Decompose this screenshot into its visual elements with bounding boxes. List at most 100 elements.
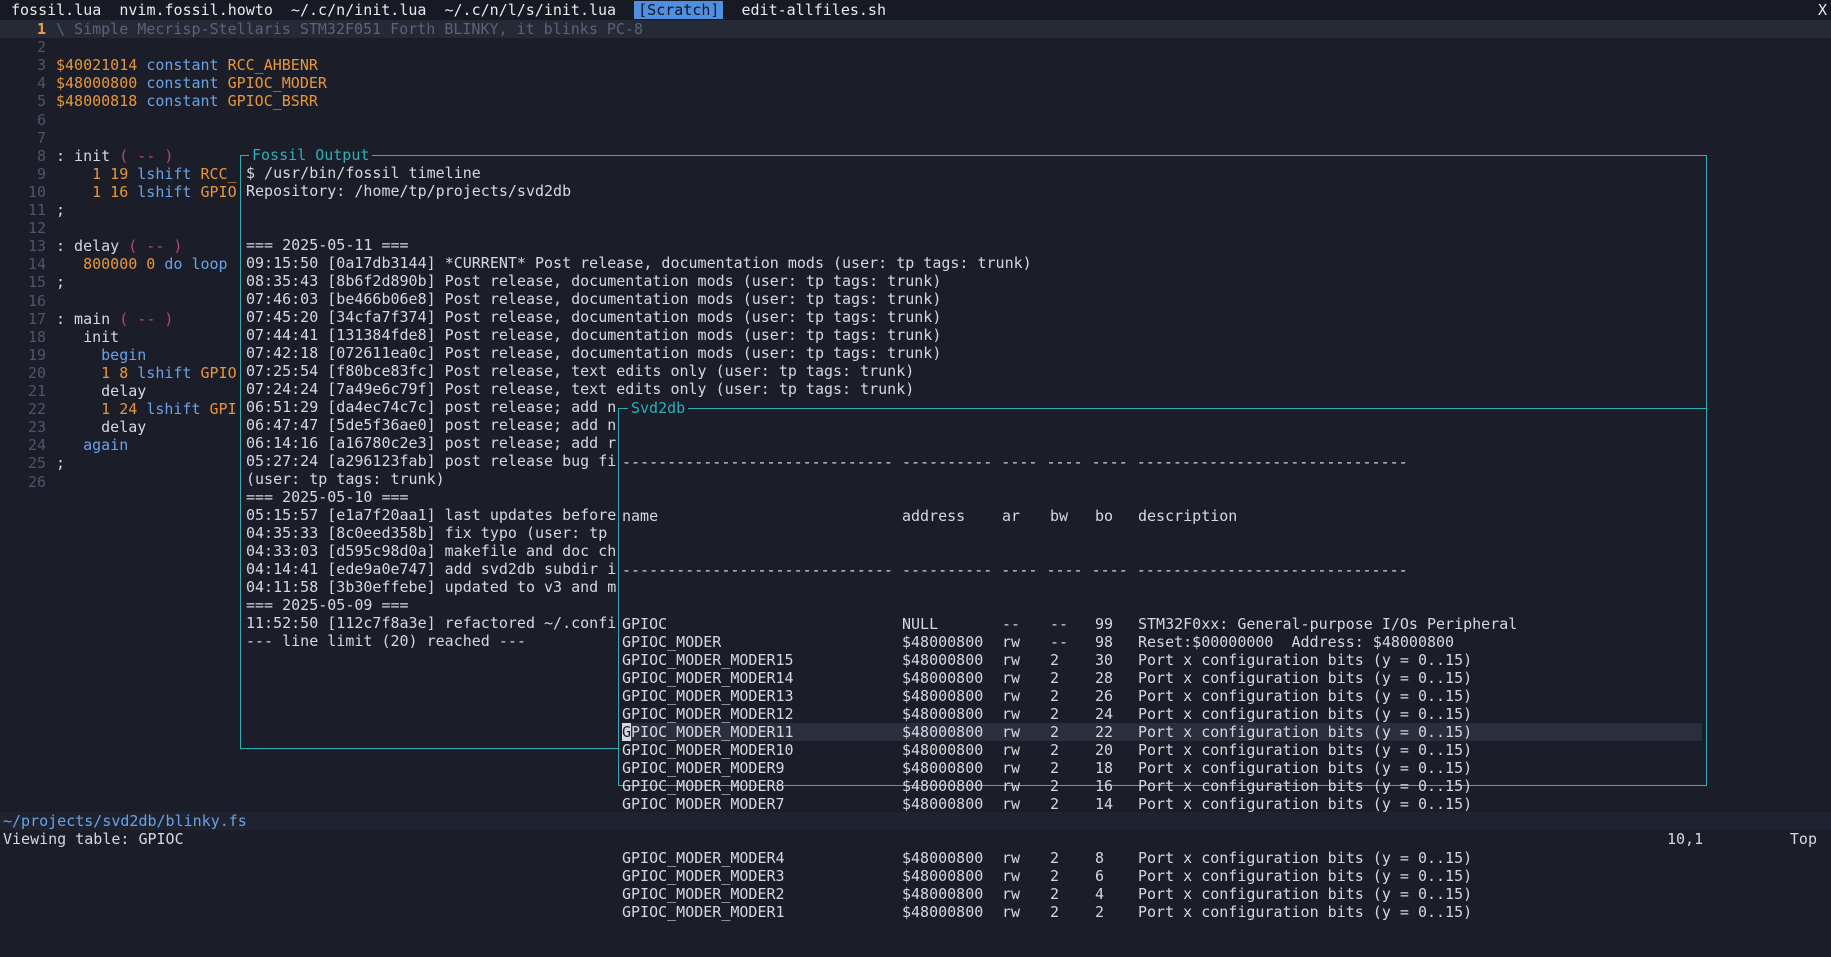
output-line: 07:45:20 [34cfa7f374] Post release, docu… — [246, 308, 942, 326]
table-cell: GPIOC_MODER_MODER1 — [622, 903, 785, 921]
line-number: 13 — [27, 237, 46, 256]
table-cell: rw — [1002, 687, 1021, 705]
line-code: delay — [56, 382, 146, 400]
tab-1[interactable]: nvim.fossil.howto — [119, 1, 273, 19]
line-number: 25 — [27, 454, 46, 473]
table-cell: Port x configuration bits (y = 0..15) — [1138, 867, 1473, 885]
tab-separator — [101, 1, 119, 19]
table-cell: rw — [1002, 849, 1021, 867]
table-cell: Port x configuration bits (y = 0..15) — [1138, 759, 1473, 777]
editor-line[interactable]: 3 $40021014 constant RCC_AHBENR — [0, 56, 1831, 74]
table-row[interactable]: GPIOC_MODER_MODER15 $48000800 rw 2 30 Port x … — [622, 651, 1702, 669]
table-cell: rw — [1002, 723, 1021, 741]
svd2db-window[interactable]: Svd2db ------------------------------ --… — [618, 399, 1707, 921]
table-cell: $48000800 — [902, 687, 984, 705]
line-code: 1 19 lshift RCC_ — [56, 165, 237, 183]
column-header-bo: bo — [1095, 507, 1114, 525]
table-row[interactable]: GPIOC_MODER_MODER12 $48000800 rw 2 24 Port x … — [622, 705, 1702, 723]
tab-separator — [723, 1, 741, 19]
table-rows: GPIOC NULL -- -- 99 STM32F0xx: General-purpos… — [622, 615, 1702, 921]
code-token: RCC_AHBENR — [227, 56, 318, 75]
tab-2[interactable]: ~/.c/n/init.lua — [291, 1, 426, 19]
code-token: GPIOC_MODER — [227, 74, 327, 93]
line-number: 24 — [27, 436, 46, 455]
output-line: 07:25:54 [f80bce83fc] Post release, text… — [246, 362, 915, 380]
code-token: init — [56, 327, 120, 346]
table-cell: rw — [1002, 651, 1021, 669]
tab-3[interactable]: ~/.c/n/l/s/init.lua — [445, 1, 617, 19]
editor-line[interactable]: 6 — [0, 111, 1831, 129]
line-number: 14 — [27, 255, 46, 274]
table-row[interactable]: GPIOC_MODER_MODER2 $48000800 rw 2 4 Port x co… — [622, 885, 1702, 903]
table-cell: rw — [1002, 669, 1021, 687]
table-cell: 2 — [1050, 741, 1060, 759]
tab-5[interactable]: edit-allfiles.sh — [742, 1, 887, 19]
table-cell: 2 — [1050, 669, 1060, 687]
line-number: 11 — [27, 201, 46, 219]
table-cell: $48000800 — [902, 723, 984, 741]
table-cell: 2 — [1050, 885, 1060, 903]
table-cell: STM32F0xx: General-purpose I/Os Peripher… — [1138, 615, 1518, 633]
tab-0[interactable]: fossil.lua — [11, 1, 101, 19]
cell-text: PIOC_MODER_MODER11 — [631, 723, 794, 741]
code-token: ; — [56, 273, 66, 292]
table-cell: GPIOC_MODER_MODER4 — [622, 849, 785, 867]
code-token: lshift — [146, 400, 201, 419]
code-token: lshift — [137, 182, 192, 201]
line-code: begin — [56, 346, 146, 364]
table-row[interactable]: GPIOC_MODER_MODER10 $48000800 rw 2 20 Port x … — [622, 741, 1702, 759]
tab-4[interactable]: [Scratch] — [634, 1, 724, 19]
editor-line[interactable]: 4 $48000800 constant GPIOC_MODER — [0, 74, 1831, 92]
table-cell: GPIOC_MODER_MODER2 — [622, 885, 785, 903]
table-cell: 98 — [1095, 633, 1114, 651]
table-cell: GPIOC_MODER_MODER15 — [622, 651, 794, 669]
table-cell: 2 — [1050, 795, 1060, 813]
line-number: 1 — [36, 20, 46, 38]
table-row[interactable]: GPIOC_MODER_MODER11 $48000800 rw 2 22 Port x … — [622, 723, 1702, 741]
table-row[interactable]: GPIOC NULL -- -- 99 STM32F0xx: General-purpos… — [622, 615, 1702, 633]
code-token: constant — [146, 74, 219, 93]
table-row[interactable]: GPIOC_MODER_MODER1 $48000800 rw 2 2 Port x co… — [622, 903, 1702, 921]
table-row[interactable]: GPIOC_MODER_MODER8 $48000800 rw 2 16 Port x c… — [622, 777, 1702, 795]
table-cell: $48000800 — [902, 633, 984, 651]
line-code: : main ( -- ) — [56, 310, 173, 328]
table-cell: 2 — [1095, 903, 1105, 921]
editor-line[interactable]: 1 \ Simple Mecrisp-Stellaris STM32F051 Fo… — [0, 20, 1831, 38]
table-row[interactable]: GPIOC_MODER_MODER9 $48000800 rw 2 18 Port x c… — [622, 759, 1702, 777]
table-row[interactable]: GPIOC_MODER_MODER3 $48000800 rw 2 6 Port x co… — [622, 867, 1702, 885]
code-token: constant — [146, 56, 219, 75]
table-cell: Port x configuration bits (y = 0..15) — [1138, 849, 1473, 867]
code-token: constant — [146, 92, 219, 111]
tab-separator — [426, 1, 444, 19]
output-line: $ /usr/bin/fossil timeline — [246, 164, 481, 182]
output-line: === 2025-05-11 === — [246, 236, 409, 254]
table-row[interactable]: GPIOC_MODER $48000800 rw -- 98 Reset:$0000000… — [622, 633, 1702, 651]
table-cell: rw — [1002, 759, 1021, 777]
table-cell: 99 — [1095, 615, 1114, 633]
table-row[interactable]: GPIOC_MODER_MODER13 $48000800 rw 2 26 Port x … — [622, 687, 1702, 705]
table-cell: 28 — [1095, 669, 1114, 687]
table-rule: ------------------------------ ---------… — [622, 453, 1408, 471]
line-code: ; — [56, 454, 65, 472]
line-code: 1 16 lshift GPIO — [56, 183, 237, 201]
command-line[interactable]: Viewing table: GPIOC 10,1 Top — [0, 830, 1831, 850]
table-row[interactable]: GPIOC_MODER_MODER4 $48000800 rw 2 8 Port x co… — [622, 849, 1702, 867]
table-cell: $48000800 — [902, 759, 984, 777]
close-tab-button[interactable]: X — [1818, 1, 1827, 19]
table-row[interactable]: GPIOC_MODER_MODER14 $48000800 rw 2 28 Port x … — [622, 669, 1702, 687]
table-row[interactable]: GPIOC_MODER_MODER7 $48000800 rw 2 14 Port x c… — [622, 795, 1702, 813]
table-cell: $48000800 — [902, 795, 984, 813]
editor-line[interactable]: 7 — [0, 129, 1831, 147]
editor-line[interactable]: 5 $48000818 constant GPIOC_BSRR — [0, 92, 1831, 110]
editor-line[interactable]: 2 — [0, 38, 1831, 56]
table-cell: 20 — [1095, 741, 1114, 759]
table-cell: -- — [1050, 615, 1069, 633]
